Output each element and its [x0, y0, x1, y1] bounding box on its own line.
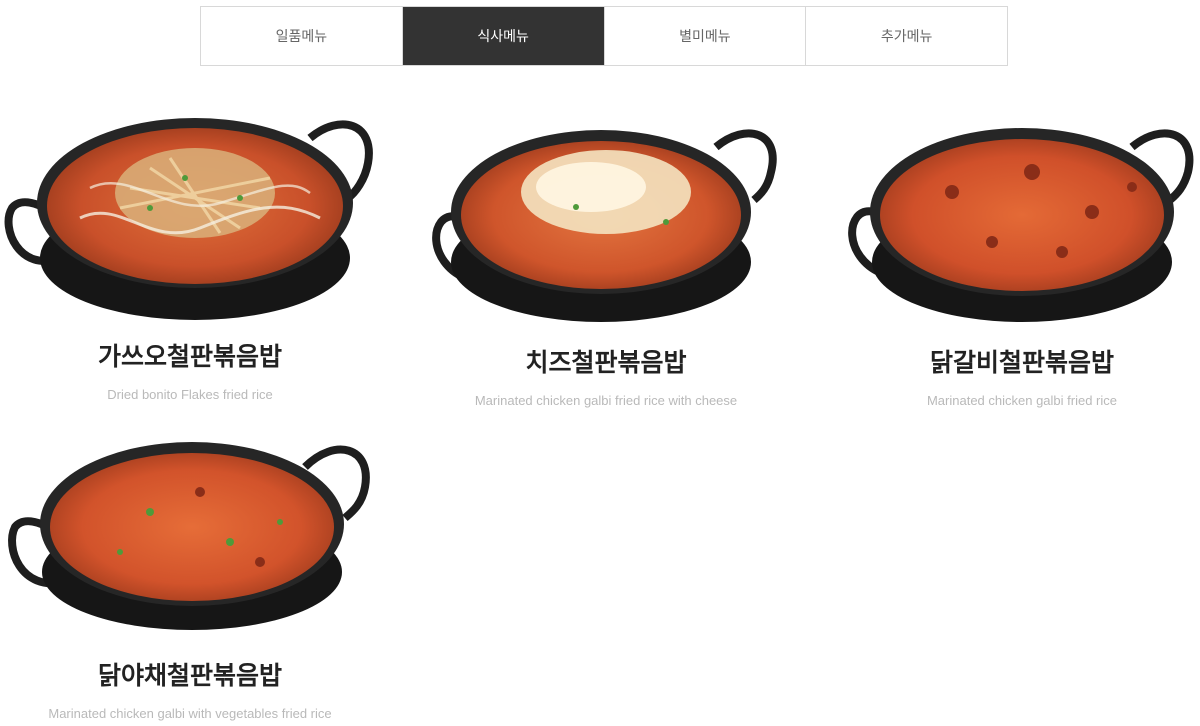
menu-item[interactable]: 가쓰오철판볶음밥 Dried bonito Flakes fried rice — [0, 108, 380, 402]
tab-special-menu[interactable]: 별미메뉴 — [604, 7, 807, 65]
menu-item[interactable]: 닭갈비철판볶음밥 Marinated chicken galbi fried r… — [832, 112, 1200, 408]
category-tabs: 일품메뉴 식사메뉴 별미메뉴 추가메뉴 — [200, 6, 1008, 66]
menu-item-name: 닭야채철판볶음밥 — [97, 661, 282, 690]
menu-item[interactable]: 치즈철판볶음밥 Marinated chicken galbi fried ri… — [416, 112, 796, 408]
menu-item[interactable]: 닭야채철판볶음밥 Marinated chicken galbi with ve… — [0, 432, 380, 721]
menu-item-name: 치즈철판볶음밥 — [525, 348, 687, 377]
menu-item-description: Marinated chicken galbi with vegetables … — [48, 706, 332, 721]
menu-item-description: Marinated chicken galbi fried rice with … — [474, 393, 738, 408]
tab-meal-menu[interactable]: 식사메뉴 — [402, 7, 605, 65]
fried-rice-pan-image — [432, 129, 777, 322]
fried-rice-pan-image — [8, 442, 370, 630]
fried-rice-pan-image — [4, 118, 373, 320]
tab-extra-menu[interactable]: 추가메뉴 — [806, 7, 1007, 65]
tab-ilpum-menu[interactable]: 일품메뉴 — [201, 7, 403, 65]
fried-rice-pan-image — [848, 128, 1194, 322]
menu-item-name: 닭갈비철판볶음밥 — [929, 348, 1114, 377]
menu-item-description: Marinated chicken galbi fried rice — [926, 393, 1118, 408]
menu-item-name: 가쓰오철판볶음밥 — [97, 342, 282, 371]
menu-item-description: Dried bonito Flakes fried rice — [107, 387, 273, 402]
